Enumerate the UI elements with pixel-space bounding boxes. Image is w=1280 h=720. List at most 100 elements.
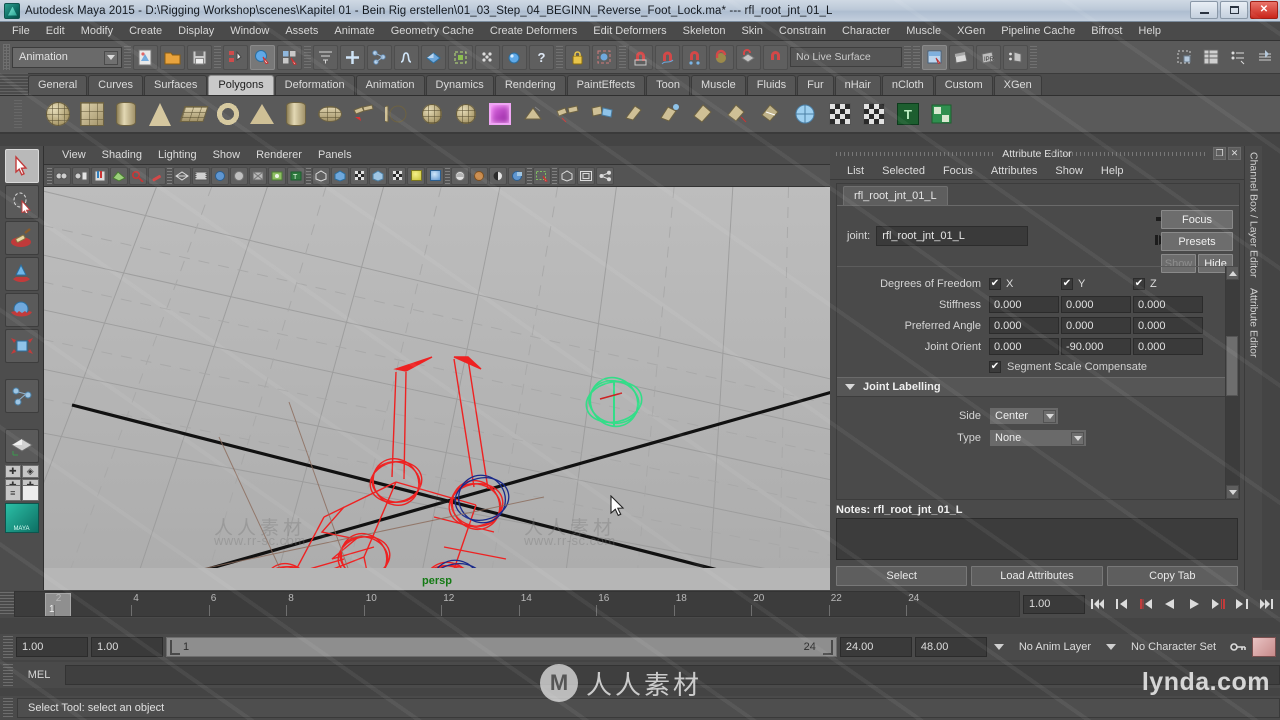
ae-menu-show[interactable]: Show (1046, 165, 1092, 177)
poly-cube-button[interactable] (76, 98, 108, 130)
poly-cylinder-button[interactable] (110, 98, 142, 130)
xray-joints-icon[interactable] (331, 166, 349, 185)
node-tab[interactable]: rfl_root_jnt_01_L (843, 186, 948, 205)
scrollbar-thumb[interactable] (1226, 336, 1238, 396)
view-transform-yellow-icon[interactable] (407, 166, 425, 185)
poly-pyramid-button[interactable] (246, 98, 278, 130)
current-frame-field[interactable]: 1.00 (1023, 594, 1085, 614)
range-slider-gripper[interactable] (3, 636, 13, 658)
shelf-tab-xgen[interactable]: XGen (993, 75, 1042, 95)
snap-view-plane-button[interactable] (421, 44, 446, 70)
range-end-handle[interactable] (822, 640, 833, 655)
shelf-gripper[interactable] (0, 73, 28, 95)
poly-uv-layout-button[interactable] (926, 98, 958, 130)
animation-preferences-button[interactable] (1252, 637, 1276, 657)
rotate-tool-button[interactable] (4, 293, 39, 327)
exposure-icon[interactable] (369, 166, 387, 185)
play-backwards-button[interactable] (1159, 594, 1181, 614)
magnet-sphere-icon[interactable] (709, 44, 734, 70)
render-current-frame-button[interactable] (502, 44, 527, 70)
viewport-menu-view[interactable]: View (54, 149, 94, 161)
poly-combine-button[interactable] (348, 98, 380, 130)
poly-uv-edit-button[interactable] (858, 98, 890, 130)
poly-text-button[interactable]: T (892, 98, 924, 130)
close-panel-icon[interactable]: ✕ (1228, 147, 1241, 160)
anim-end-field[interactable]: 48.00 (914, 637, 987, 657)
menu-edit[interactable]: Edit (38, 22, 73, 41)
load-attributes-button[interactable]: Load Attributes (971, 566, 1103, 586)
notes-textarea[interactable] (836, 518, 1238, 560)
stiffness-z-field[interactable]: 0.000 (1133, 296, 1203, 313)
show-attribute-editor-icon[interactable] (1225, 45, 1250, 70)
layout-extra-buttons[interactable]: ≡ (4, 485, 39, 501)
snap-grid-button[interactable] (313, 44, 338, 70)
dof-z-cell[interactable]: ✔ Z (1133, 277, 1205, 290)
select-button[interactable]: Select (836, 566, 968, 586)
poly-plane-button[interactable] (178, 98, 210, 130)
minimize-button[interactable] (1190, 1, 1218, 19)
shelf-tab-polygons[interactable]: Polygons (208, 75, 274, 95)
poly-uv-checker-button[interactable] (824, 98, 856, 130)
shelf-tab-animation[interactable]: Animation (355, 75, 425, 95)
menu-character[interactable]: Character (834, 22, 898, 41)
smooth-shade-all-icon[interactable] (211, 166, 229, 185)
anim-layer-dropdown[interactable]: No Anim Layer (1010, 637, 1100, 657)
menu-pipeline-cache[interactable]: Pipeline Cache (993, 22, 1083, 41)
dock-tab-attribute-editor[interactable]: Attribute Editor (1248, 288, 1260, 357)
smooth-shade-selected-icon[interactable] (230, 166, 248, 185)
grease-pencil-icon[interactable] (148, 166, 166, 185)
viewport-menu-panels[interactable]: Panels (310, 149, 360, 161)
poly-prism-button[interactable] (314, 98, 346, 130)
paint-select-tool-button[interactable] (4, 221, 39, 255)
help-line-gripper[interactable] (3, 698, 13, 718)
menu-edit-deformers[interactable]: Edit Deformers (585, 22, 674, 41)
menu-create[interactable]: Create (121, 22, 170, 41)
magnet-uv-icon[interactable] (763, 44, 788, 70)
poly-booleans-button[interactable] (382, 98, 414, 130)
close-button[interactable]: ✕ (1250, 1, 1278, 19)
dof-x-cell[interactable]: ✔ X (989, 277, 1061, 290)
shelf-tab-custom[interactable]: Custom (934, 75, 993, 95)
share-node-icon[interactable] (596, 166, 614, 185)
lasso-select-tool-button[interactable] (4, 185, 39, 219)
new-scene-button[interactable] (133, 44, 158, 70)
snap-projected-center-button[interactable] (394, 44, 419, 70)
scrollbar-track[interactable] (1226, 280, 1239, 485)
four-view-layout-button[interactable]: ✚ (4, 465, 21, 478)
copy-tab-button[interactable]: Copy Tab (1106, 566, 1238, 586)
range-start-field[interactable]: 1.00 (91, 637, 163, 657)
menu-modify[interactable]: Modify (73, 22, 121, 41)
step-forward-frame-button[interactable] (1207, 594, 1229, 614)
time-slider-gripper[interactable] (0, 592, 14, 616)
shadows-toggle-icon[interactable]: T (287, 166, 305, 185)
construction-history-button[interactable] (448, 44, 473, 70)
step-back-frame-button[interactable] (1135, 594, 1157, 614)
perspective-viewport[interactable]: 人人素材 www.rr-sc.com 人人素材 www.rr-sc.com pe… (44, 187, 830, 590)
scale-tool-button[interactable] (4, 329, 39, 363)
last-tool-used-button[interactable] (4, 379, 39, 413)
select-tool-button[interactable] (4, 149, 39, 183)
menu-animate[interactable]: Animate (326, 22, 382, 41)
shelf-tab-muscle[interactable]: Muscle (690, 75, 746, 95)
shelf-tab-fur[interactable]: Fur (797, 75, 834, 95)
joint-name-field[interactable]: rfl_root_jnt_01_L (876, 226, 1029, 246)
stiffness-y-field[interactable]: 0.000 (1061, 296, 1131, 313)
poly-connect-button[interactable] (756, 98, 788, 130)
shelf-tab-fluids[interactable]: Fluids (746, 75, 797, 95)
blank-layout-button[interactable] (22, 485, 39, 501)
chevron-down-icon[interactable] (1071, 432, 1084, 445)
menu-xgen[interactable]: XGen (949, 22, 993, 41)
render-sequence-button[interactable] (949, 44, 974, 70)
menu-help[interactable]: Help (1130, 22, 1169, 41)
joint-orient-x-field[interactable]: 0.000 (989, 338, 1059, 355)
range-bar[interactable]: 1 24 (166, 637, 837, 657)
film-gate-icon[interactable] (192, 166, 210, 185)
xray-active-components-icon[interactable] (350, 166, 368, 185)
auto-key-button[interactable] (1227, 640, 1249, 654)
two-d-pan-zoom-icon[interactable] (129, 166, 147, 185)
use-default-lighting-icon[interactable] (268, 166, 286, 185)
dock-tab-channel-box[interactable]: Channel Box / Layer Editor (1248, 152, 1260, 278)
joint-orient-z-field[interactable]: 0.000 (1133, 338, 1203, 355)
display-lights-icon[interactable] (508, 166, 526, 185)
menu-skin[interactable]: Skin (733, 22, 770, 41)
